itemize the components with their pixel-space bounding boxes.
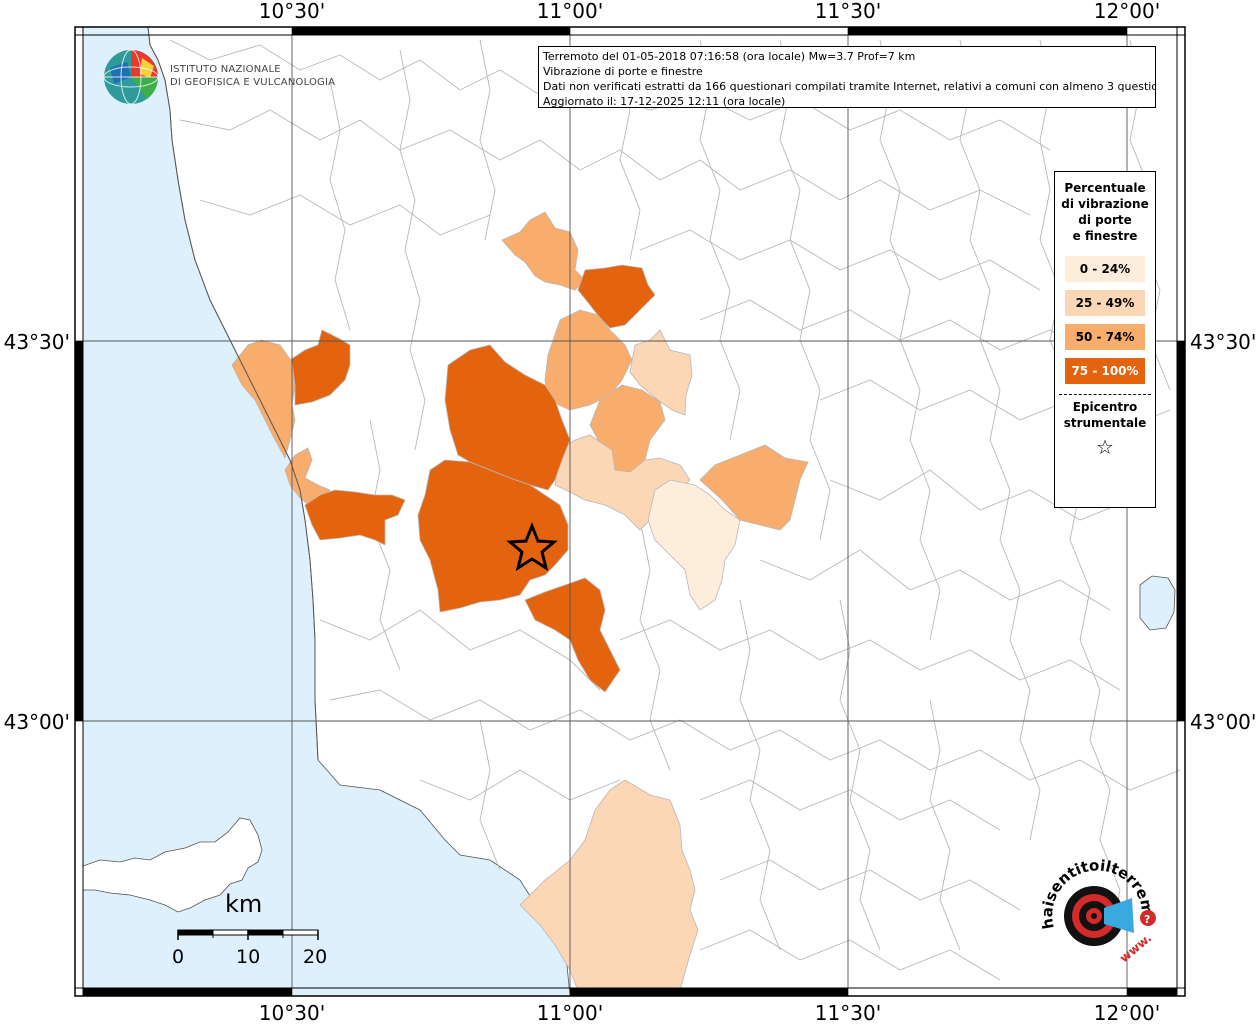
lon-label-bottom-1130: 11°30' (815, 1001, 881, 1024)
scale-tick-20: 20 (303, 946, 328, 968)
ingv-line2: DI GEOFISICA E VULCANOLOGIA (170, 77, 336, 88)
legend-title: Percentuale di vibrazione di porte e fin… (1055, 180, 1155, 244)
lat-label-left-4300: 43°00' (4, 710, 70, 734)
legend-item-0-24: 0 - 24% (1065, 256, 1145, 282)
www-text: www. (1117, 931, 1154, 966)
legend-item-75-100: 75 - 100% (1065, 358, 1145, 384)
svg-text:?: ? (1144, 913, 1150, 926)
ingv-line1: ISTITUTO NAZIONALE (170, 64, 281, 75)
ingv-logo-text: ISTITUTO NAZIONALE DI GEOFISICA E VULCAN… (170, 63, 335, 89)
legend: Percentuale di vibrazione di porte e fin… (1054, 171, 1156, 508)
haisentito-logo-icon: haisentitoilterremoto.it ? www. (1034, 858, 1157, 966)
legend-epicenter-label: Epicentro strumentale (1055, 399, 1155, 431)
lon-label-bottom-1100: 11°00' (537, 1001, 603, 1024)
lat-label-right-4300: 43°00' (1190, 710, 1256, 734)
scale-tick-10: 10 (236, 946, 261, 968)
legend-title-line1: Percentuale (1064, 181, 1146, 195)
lat-label-left-4330: 43°30' (4, 330, 70, 354)
event-updated: Aggiornato il: 17-12-2025 12:11 (ora loc… (543, 95, 786, 108)
legend-title-line4: e finestre (1072, 229, 1138, 243)
legend-item-25-49: 25 - 49% (1065, 290, 1145, 316)
legend-title-line3: di porte (1078, 213, 1132, 227)
scale-bar: km 0 10 20 (160, 890, 340, 980)
event-title: Terremoto del 01-05-2018 07:16:58 (ora l… (543, 50, 916, 63)
lon-label-top-1200: 12°00' (1094, 0, 1160, 23)
legend-separator (1059, 394, 1151, 395)
legend-epicenter-line2: strumentale (1063, 416, 1147, 430)
legend-title-line2: di vibrazione (1061, 197, 1149, 211)
event-note: Dati non verificati estratti da 166 ques… (543, 80, 1156, 93)
scale-unit: km (225, 890, 263, 918)
lon-label-top-1130: 11°30' (815, 0, 881, 23)
lat-label-right-4330: 43°30' (1190, 330, 1256, 354)
lon-label-top-1030: 10°30' (259, 0, 325, 23)
legend-star-icon: ☆ (1096, 435, 1114, 459)
scale-tick-0: 0 (172, 946, 185, 968)
event-subtitle: Vibrazione di porte e finestre (543, 65, 703, 78)
lon-label-top-1100: 11°00' (537, 0, 603, 23)
legend-item-50-74: 50 - 74% (1065, 324, 1145, 350)
legend-epicenter-line1: Epicentro (1072, 400, 1138, 414)
lon-label-bottom-1200: 12°00' (1094, 1001, 1160, 1024)
event-info-box: Terremoto del 01-05-2018 07:16:58 (ora l… (538, 46, 1156, 108)
lon-label-bottom-1030: 10°30' (259, 1001, 325, 1024)
ingv-globe-icon (103, 49, 159, 105)
